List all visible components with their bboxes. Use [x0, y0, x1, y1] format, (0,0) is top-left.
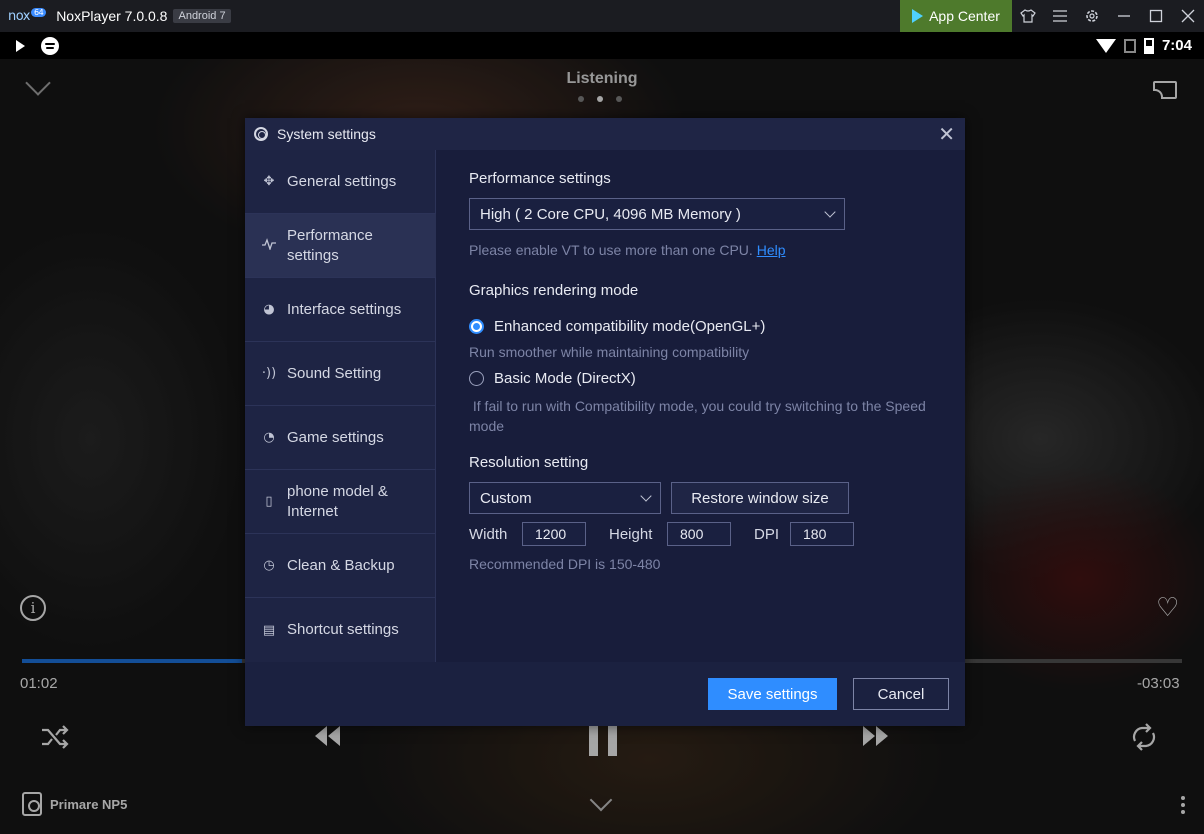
graphics-section-title: Graphics rendering mode [469, 282, 639, 299]
radio-opengl-label: Enhanced compatibility mode(OpenGL+) [494, 318, 766, 335]
palette-icon: ◕ [263, 302, 275, 317]
sidebar-item-label: General settings [287, 172, 397, 190]
settings-gear-icon [254, 127, 268, 141]
app-title: NoxPlayer 7.0.0.8 [56, 8, 168, 24]
nox-64-badge: 64 [31, 7, 47, 17]
play-store-icon [912, 9, 924, 23]
performance-select-value: High ( 2 Core CPU, 4096 MB Memory ) [480, 205, 741, 223]
dialog-close-icon[interactable]: ✕ [938, 124, 955, 144]
help-link[interactable]: Help [757, 242, 786, 258]
system-settings-dialog: System settings ✕ ✥ General settings Per… [245, 118, 965, 726]
cancel-button[interactable]: Cancel [853, 678, 949, 710]
radio-opengl[interactable]: Enhanced compatibility mode(OpenGL+) [469, 318, 765, 335]
sidebar-item-performance[interactable]: Performance settings [245, 214, 436, 278]
performance-section-title: Performance settings [469, 170, 611, 187]
dialog-header: System settings ✕ [245, 118, 965, 150]
dialog-footer: Save settings Cancel [245, 662, 965, 726]
puzzle-icon: ✥ [263, 174, 275, 189]
keyboard-icon: ▤ [262, 622, 276, 638]
sidebar-item-phone-model[interactable]: ▯ phone model & Internet [245, 470, 436, 534]
sidebar-item-shortcut[interactable]: ▤ Shortcut settings [245, 598, 436, 662]
resolution-section-title: Resolution setting [469, 454, 589, 471]
sound-icon: ·)) [261, 366, 277, 381]
sidebar-item-label: Sound Setting [287, 364, 382, 382]
minimize-icon[interactable] [1108, 0, 1140, 32]
height-label: Height [609, 526, 653, 543]
save-settings-button[interactable]: Save settings [708, 678, 837, 710]
height-field[interactable]: 800 [667, 522, 731, 546]
resolution-select-value: Custom [480, 489, 532, 507]
close-icon[interactable] [1172, 0, 1204, 32]
nox-logo: nox 64 [8, 7, 47, 24]
dpi-hint: Recommended DPI is 150-480 [469, 556, 661, 572]
play-notification-icon [16, 39, 25, 52]
history-icon: ◷ [263, 558, 275, 573]
gauge-icon: ◔ [263, 430, 275, 445]
chevron-down-icon [824, 206, 836, 218]
radio-unchecked-icon [469, 371, 484, 386]
app-center-label: App Center [929, 8, 1000, 24]
gear-icon[interactable] [1076, 0, 1108, 32]
no-sim-icon [1123, 38, 1136, 53]
sidebar-item-sound[interactable]: ·)) Sound Setting [245, 342, 436, 406]
sidebar-item-label: Clean & Backup [287, 556, 395, 574]
radio-directx[interactable]: Basic Mode (DirectX) [469, 370, 636, 387]
vt-hint-text: Please enable VT to use more than one CP… [469, 242, 753, 258]
chevron-down-icon [640, 490, 652, 502]
pulse-icon [261, 237, 277, 254]
restore-window-size-button[interactable]: Restore window size [671, 482, 849, 514]
width-label: Width [469, 526, 508, 543]
spotify-icon [41, 36, 59, 55]
dialog-title: System settings [277, 126, 376, 142]
resolution-select[interactable]: Custom [469, 482, 661, 514]
wifi-icon [1095, 38, 1116, 53]
status-time: 7:04 [1161, 37, 1192, 54]
android-version-badge: Android 7 [173, 9, 231, 23]
performance-select[interactable]: High ( 2 Core CPU, 4096 MB Memory ) [469, 198, 845, 230]
width-field[interactable]: 1200 [522, 522, 586, 546]
sidebar-item-label: Interface settings [287, 300, 402, 318]
dpi-field[interactable]: 180 [790, 522, 854, 546]
radio-checked-icon [469, 319, 484, 334]
phone-icon: ▯ [265, 494, 273, 509]
nox-logo-text: nox [8, 8, 31, 24]
maximize-icon[interactable] [1140, 0, 1172, 32]
sidebar-item-label: phone model & Internet [287, 482, 388, 520]
battery-icon [1143, 37, 1154, 54]
sidebar-item-clean-backup[interactable]: ◷ Clean & Backup [245, 534, 436, 598]
menu-icon[interactable] [1044, 0, 1076, 32]
vt-hint: Please enable VT to use more than one CP… [469, 242, 786, 258]
sidebar-item-general[interactable]: ✥ General settings [245, 150, 436, 214]
android-statusbar: 7:04 [0, 32, 1204, 59]
directx-hint: If fail to run with Compatibility mode, … [469, 398, 930, 434]
sidebar-item-label: Game settings [287, 428, 384, 446]
app-center-button[interactable]: App Center [900, 0, 1012, 32]
sidebar-item-interface[interactable]: ◕ Interface settings [245, 278, 436, 342]
sidebar-item-game[interactable]: ◔ Game settings [245, 406, 436, 470]
dpi-label: DPI [754, 526, 780, 543]
sidebar-item-label: Performance settings [287, 226, 373, 264]
tshirt-icon[interactable] [1012, 0, 1044, 32]
opengl-hint: Run smoother while maintaining compatibi… [469, 344, 750, 360]
radio-directx-label: Basic Mode (DirectX) [494, 370, 636, 387]
sidebar-item-label: Shortcut settings [287, 621, 399, 638]
settings-sidebar: ✥ General settings Performance settings … [245, 150, 436, 662]
